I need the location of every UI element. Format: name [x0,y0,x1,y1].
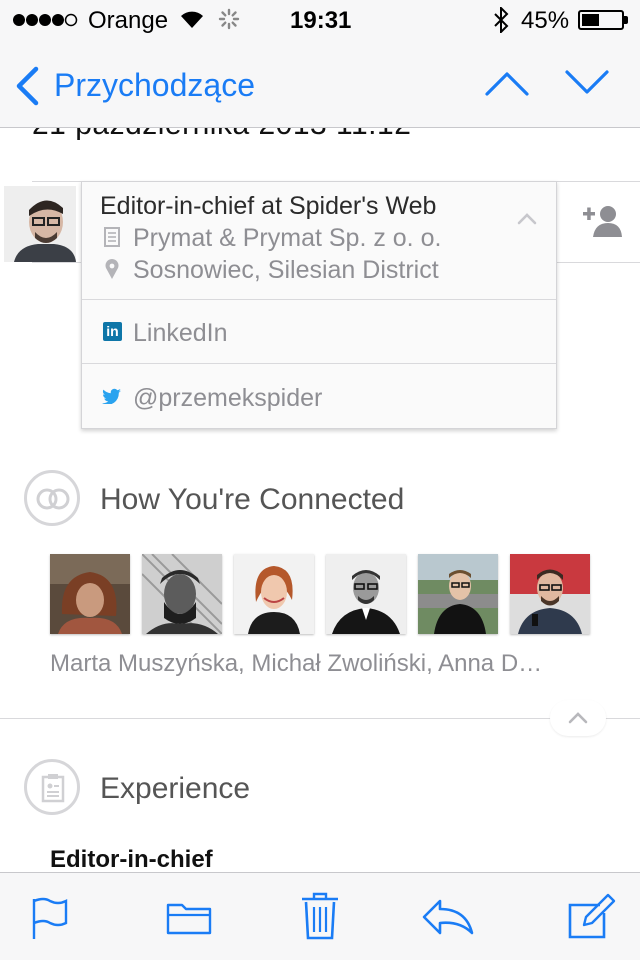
twitter-handle: @przemekspider [133,384,323,412]
avatar-photo [418,554,498,634]
signal-strength-icon [13,13,78,27]
avatar-photo [50,554,130,634]
company-icon [104,227,120,247]
avatar-photo [142,554,222,634]
connection-avatar[interactable] [142,554,222,634]
chevron-up-icon [568,712,588,724]
activity-spinner-icon [218,8,240,30]
status-bar: Orange 19:31 45% [0,0,640,40]
collapse-section-button[interactable] [550,700,606,736]
contact-headline: Editor-in-chief at Spider's Web [100,192,437,220]
bottom-toolbar [0,872,640,960]
resume-icon [41,774,65,803]
battery-tip [624,16,628,24]
flag-icon[interactable] [30,895,70,941]
linkedin-link[interactable]: in LinkedIn [82,300,556,363]
back-button[interactable]: Przychodzące [14,64,284,108]
divider [0,718,640,719]
linkedin-label: LinkedIn [133,319,228,347]
carrier-name: Orange [88,7,169,34]
back-button-label: Przychodzące [54,67,255,103]
add-contact-icon[interactable] [582,203,622,237]
wifi-icon [181,11,203,28]
connection-avatar[interactable] [50,554,130,634]
connections-icon [24,470,80,526]
clock: 19:31 [290,7,352,34]
sender-avatar[interactable] [4,186,76,262]
avatar-photo [326,554,406,634]
battery-icon [578,10,624,30]
contact-details-popup: Editor-in-chief at Spider's Web Prymat &… [81,181,557,429]
experience-section-icon [24,759,80,815]
avatar-photo [4,186,76,262]
folder-icon[interactable] [166,899,212,935]
avatar-photo [234,554,314,634]
connection-avatar[interactable] [326,554,406,634]
linked-rings-icon [36,488,70,510]
connection-avatar[interactable] [510,554,590,634]
twitter-link[interactable]: @przemekspider [82,364,556,428]
next-message-button[interactable] [564,68,610,98]
linkedin-icon: in [103,322,122,341]
connection-names[interactable]: Marta Muszyńska, Michał Zwoliński, Anna … [50,650,542,678]
reply-icon[interactable] [420,897,476,937]
trash-icon[interactable] [300,891,340,941]
collapse-chevron-icon[interactable] [516,212,538,226]
contact-company: Prymat & Prymat Sp. z o. o. [133,224,442,252]
battery-percent: 45% [521,7,570,34]
contact-location: Sosnowiec, Silesian District [133,256,439,284]
connection-avatar[interactable] [418,554,498,634]
previous-message-button[interactable] [484,68,530,98]
twitter-bird-icon [102,388,121,404]
connections-title: How You're Connected [100,483,405,516]
avatar-photo [510,554,590,634]
chevron-left-icon [16,66,39,106]
location-pin-icon [105,259,119,279]
connection-avatar[interactable] [234,554,314,634]
job-title: Editor-in-chief [50,846,213,873]
bluetooth-icon [494,7,509,33]
compose-icon[interactable] [566,893,616,941]
navigation-bar: Przychodzące [0,40,640,128]
experience-title: Experience [100,772,251,805]
